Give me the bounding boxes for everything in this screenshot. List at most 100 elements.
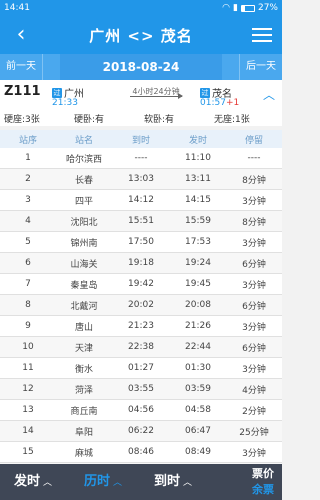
row-stop: 3分钟	[242, 196, 266, 207]
back-arrow-icon[interactable]: ‹	[8, 22, 34, 48]
arrow-right-icon	[130, 93, 183, 99]
row-stop: 6分钟	[242, 343, 266, 354]
row-depart: 19:24	[185, 258, 211, 268]
table-row[interactable]: 1 哈尔滨西 ---- 11:10 ----	[0, 148, 282, 169]
row-depart: 21:26	[185, 321, 211, 331]
header-arrive: 到时	[131, 135, 150, 146]
chevron-up-icon: ︿	[113, 478, 123, 488]
row-arrive: 15:51	[128, 216, 154, 226]
table-row[interactable]: 13 商丘南 04:56 04:58 2分钟	[0, 400, 282, 421]
row-stop: 3分钟	[242, 280, 266, 291]
row-depart: 20:08	[185, 300, 211, 310]
row-seq: 10	[22, 342, 34, 352]
row-depart: 17:53	[185, 237, 211, 247]
row-stop: 3分钟	[242, 364, 266, 375]
row-stop: 4分钟	[242, 385, 266, 396]
row-depart: 06:47	[185, 426, 211, 436]
next-day-button[interactable]: 后一天	[239, 54, 282, 80]
row-seq: 14	[22, 426, 34, 436]
table-row[interactable]: 15 麻城 08:46 08:49 3分钟	[0, 442, 282, 463]
table-row[interactable]: 2 长春 13:03 13:11 8分钟	[0, 169, 282, 190]
table-row[interactable]: 6 山海关 19:18 19:24 6分钟	[0, 253, 282, 274]
sort-remaining-label: 余票	[252, 483, 274, 496]
table-row[interactable]: 5 锦州南 17:50 17:53 3分钟	[0, 232, 282, 253]
table-row[interactable]: 9 唐山 21:23 21:26 3分钟	[0, 316, 282, 337]
row-station: 锦州南	[70, 238, 98, 249]
row-station: 商丘南	[70, 406, 98, 417]
row-depart: 11:10	[185, 153, 211, 163]
stops-table-header: 站序 站名 到时 发时 停留	[0, 130, 282, 148]
row-arrive: 22:38	[128, 342, 154, 352]
row-seq: 7	[25, 279, 31, 289]
row-depart: 22:44	[185, 342, 211, 352]
row-seq: 6	[25, 258, 31, 268]
row-seq: 4	[25, 216, 31, 226]
train-info-card: Z111 过 广州 21:33 4小时24分钟 过 茂名 01:57+1 ︿ 硬…	[0, 80, 282, 126]
wifi-icon: ◠	[222, 3, 231, 13]
status-icons: ◠ ▮ 27%	[222, 3, 278, 13]
row-stop: 2分钟	[242, 406, 266, 417]
table-row[interactable]: 14 阜阳 06:22 06:47 25分钟	[0, 421, 282, 442]
table-row[interactable]: 4 沈阳北 15:51 15:59 8分钟	[0, 211, 282, 232]
row-station: 阜阳	[74, 427, 93, 438]
row-stop: 3分钟	[242, 448, 266, 459]
menu-icon[interactable]	[252, 26, 272, 44]
row-station: 衡水	[74, 364, 93, 375]
table-row[interactable]: 7 秦皇岛 19:42 19:45 3分钟	[0, 274, 282, 295]
sort-duration-tab[interactable]: 历时 ︿	[84, 464, 122, 500]
row-depart: 13:11	[185, 174, 211, 184]
header-station: 站名	[74, 135, 93, 146]
train-number: Z111	[4, 84, 41, 99]
row-depart: 14:15	[185, 195, 211, 205]
chevron-up-icon: ︿	[43, 478, 53, 488]
row-depart: 03:59	[185, 384, 211, 394]
row-station: 麻城	[74, 448, 93, 459]
row-depart: 19:45	[185, 279, 211, 289]
chevron-up-icon: ︿	[183, 478, 193, 488]
row-stop: ----	[247, 153, 261, 163]
row-depart: 15:59	[185, 216, 211, 226]
sort-arrive-tab[interactable]: 到时 ︿	[154, 464, 192, 500]
row-station: 秦皇岛	[70, 280, 98, 291]
row-arrive: 19:18	[128, 258, 154, 268]
row-seq: 2	[25, 174, 31, 184]
row-arrive: 08:46	[128, 447, 154, 457]
table-row[interactable]: 3 四平 14:12 14:15 3分钟	[0, 190, 282, 211]
bottom-sort-bar: 发时 ︿ 历时 ︿ 到时 ︿ 票价 余票	[0, 464, 282, 500]
row-station: 菏泽	[74, 385, 93, 396]
row-arrive: 14:12	[128, 195, 154, 205]
row-depart: 04:58	[185, 405, 211, 415]
table-row[interactable]: 8 北戴河 20:02 20:08 6分钟	[0, 295, 282, 316]
header-seq: 站序	[18, 135, 37, 146]
status-bar: 14:41 ◠ ▮ 27%	[0, 0, 282, 16]
table-row[interactable]: 12 菏泽 03:55 03:59 4分钟	[0, 379, 282, 400]
row-station: 北戴河	[70, 301, 98, 312]
date-bar: 前一天 2018-08-24 后一天	[0, 54, 282, 80]
row-seq: 9	[25, 321, 31, 331]
row-seq: 1	[25, 153, 31, 163]
row-arrive: 17:50	[128, 237, 154, 247]
row-arrive: 19:42	[128, 279, 154, 289]
row-stop: 25分钟	[239, 427, 269, 438]
date-selector[interactable]: 2018-08-24	[60, 54, 222, 80]
sort-price-tab[interactable]: 票价 余票	[218, 467, 282, 500]
table-row[interactable]: 11 衡水 01:27 01:30 3分钟	[0, 358, 282, 379]
row-stop: 6分钟	[242, 301, 266, 312]
sort-price-label: 票价	[252, 467, 274, 480]
row-stop: 3分钟	[242, 322, 266, 333]
sort-depart-tab[interactable]: 发时 ︿	[14, 464, 52, 500]
row-stop: 8分钟	[242, 217, 266, 228]
row-station: 天津	[74, 343, 93, 354]
sort-depart-label: 发时	[14, 474, 41, 489]
chevron-up-icon[interactable]: ︿	[262, 88, 276, 102]
row-stop: 3分钟	[242, 238, 266, 249]
page-title: 广州 <> 茂名	[89, 27, 193, 45]
row-station: 长春	[74, 175, 93, 186]
battery-icon	[240, 4, 255, 12]
row-stop: 8分钟	[242, 175, 266, 186]
prev-day-button[interactable]: 前一天	[0, 54, 43, 80]
row-arrive: 04:56	[128, 405, 154, 415]
depart-time: 21:33	[52, 98, 78, 108]
table-row[interactable]: 10 天津 22:38 22:44 6分钟	[0, 337, 282, 358]
row-station: 四平	[74, 196, 93, 207]
